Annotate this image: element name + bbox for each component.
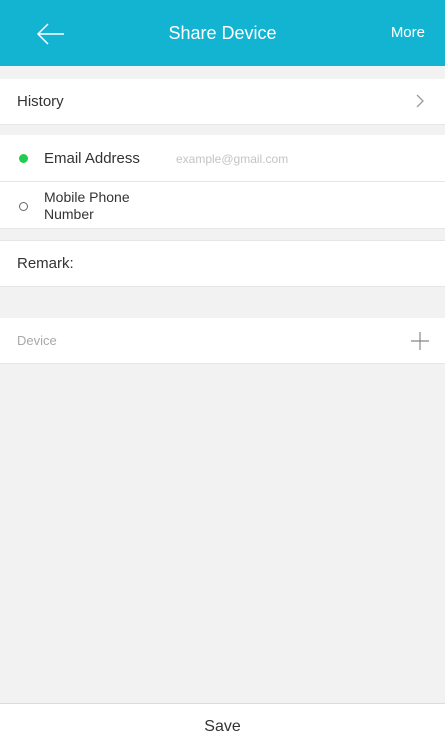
email-option-label[interactable]: Email Address (44, 150, 140, 167)
remark-row: Remark: (0, 240, 445, 287)
history-label: History (17, 93, 64, 110)
chevron-right-icon (415, 93, 425, 109)
remark-label: Remark: (17, 255, 74, 272)
footer-bar: Save (0, 703, 445, 749)
phone-option-label[interactable]: Mobile Phone Number (44, 189, 164, 223)
more-button[interactable]: More (391, 0, 425, 66)
history-row[interactable]: History (0, 79, 445, 125)
email-option-row: Email Address (0, 135, 445, 182)
email-input[interactable] (176, 147, 416, 171)
phone-option-row: Mobile Phone Number (0, 182, 445, 229)
save-button[interactable]: Save (0, 704, 445, 749)
phone-radio[interactable] (19, 202, 28, 211)
remark-input[interactable] (100, 249, 420, 277)
share-device-screen: Share Device More History Email Address … (0, 0, 445, 749)
device-label: Device (17, 333, 57, 348)
plus-icon[interactable] (410, 331, 430, 351)
top-bar: Share Device More (0, 0, 445, 66)
email-radio[interactable] (19, 154, 28, 163)
device-row: Device (0, 318, 445, 364)
page-title: Share Device (168, 23, 277, 43)
